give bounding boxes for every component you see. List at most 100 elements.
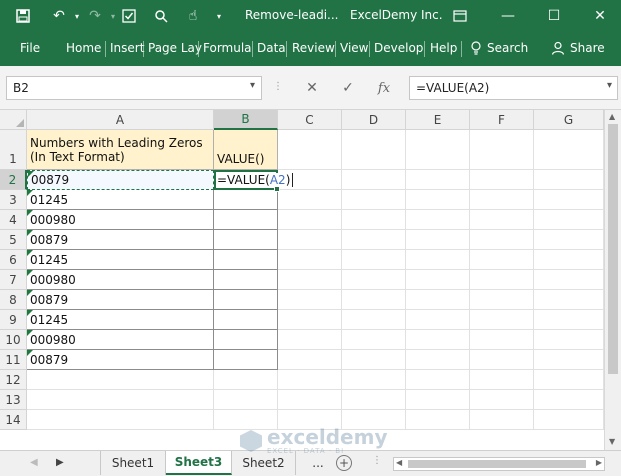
row-header-1[interactable]: 1 <box>0 130 27 170</box>
cell-a14[interactable] <box>27 410 214 430</box>
vertical-scrollbar[interactable]: ▲ ▼ <box>604 110 621 450</box>
checkbox-icon[interactable] <box>120 7 138 25</box>
cell-f12[interactable] <box>470 370 534 390</box>
cell-g9[interactable] <box>534 310 604 330</box>
cell-a11[interactable]: 00879 <box>27 350 214 370</box>
horizontal-scrollbar[interactable]: ◀ ▶ <box>393 457 605 471</box>
row-header-8[interactable]: 8 <box>0 290 27 310</box>
row-header-11[interactable]: 11 <box>0 350 27 370</box>
cell-a1[interactable]: Numbers with Leading Zeros (In Text Forma… <box>27 130 214 170</box>
cell-f14[interactable] <box>470 410 534 430</box>
cell-g6[interactable] <box>534 250 604 270</box>
error-indicator-icon[interactable] <box>27 230 33 236</box>
cell-f2[interactable] <box>470 170 534 190</box>
column-header-f[interactable]: F <box>470 110 534 130</box>
name-box[interactable]: B2 ▾ <box>6 76 262 100</box>
cell-c3[interactable] <box>278 190 342 210</box>
row-header-6[interactable]: 6 <box>0 250 27 270</box>
cell-b6[interactable] <box>214 250 278 270</box>
row-header-9[interactable]: 9 <box>0 310 27 330</box>
chevron-down-icon[interactable]: ▾ <box>250 80 255 91</box>
cell-g5[interactable] <box>534 230 604 250</box>
add-sheet-button[interactable]: + <box>336 455 352 471</box>
cell-c5[interactable] <box>278 230 342 250</box>
column-header-e[interactable]: E <box>406 110 470 130</box>
cell-f9[interactable] <box>470 310 534 330</box>
cell-g11[interactable] <box>534 350 604 370</box>
cell-f5[interactable] <box>470 230 534 250</box>
cell-b2[interactable]: =VALUE(A2) <box>214 170 294 192</box>
cell-e2[interactable] <box>406 170 470 190</box>
fill-handle[interactable] <box>274 186 280 192</box>
cell-b12[interactable] <box>214 370 278 390</box>
cell-g7[interactable] <box>534 270 604 290</box>
cell-g10[interactable] <box>534 330 604 350</box>
row-header-14[interactable]: 14 <box>0 410 27 430</box>
cell-a4[interactable]: 000980 <box>27 210 214 230</box>
error-indicator-icon[interactable] <box>27 250 33 256</box>
cell-f13[interactable] <box>470 390 534 410</box>
error-indicator-icon[interactable] <box>27 330 33 336</box>
cell-g13[interactable] <box>534 390 604 410</box>
column-header-b[interactable]: B <box>214 110 278 130</box>
cell-d5[interactable] <box>342 230 406 250</box>
sheet-tab-sheet3[interactable]: Sheet3 <box>166 451 232 475</box>
error-indicator-icon[interactable] <box>27 310 33 316</box>
tab-insert[interactable]: Insert <box>110 41 144 55</box>
expand-formula-bar-icon[interactable]: ▾ <box>607 80 612 91</box>
next-sheet-icon[interactable]: ▶ <box>56 457 64 468</box>
cell-f8[interactable] <box>470 290 534 310</box>
cell-d4[interactable] <box>342 210 406 230</box>
customize-toolbar-icon[interactable]: ▾ <box>210 7 228 25</box>
cell-e1[interactable] <box>406 130 470 170</box>
cell-e7[interactable] <box>406 270 470 290</box>
cell-b9[interactable] <box>214 310 278 330</box>
row-header-13[interactable]: 13 <box>0 390 27 410</box>
resize-handle-icon[interactable]: ⋮ <box>273 81 284 92</box>
touch-mode-icon[interactable]: ☝ <box>184 7 202 25</box>
cell-d3[interactable] <box>342 190 406 210</box>
cell-d12[interactable] <box>342 370 406 390</box>
horizontal-scroll-thumb[interactable] <box>408 460 586 468</box>
scroll-right-icon[interactable]: ▶ <box>596 458 602 467</box>
cell-b1[interactable]: VALUE() <box>214 130 278 170</box>
cell-c13[interactable] <box>278 390 342 410</box>
cell-e10[interactable] <box>406 330 470 350</box>
row-header-2[interactable]: 2 <box>0 170 27 190</box>
cell-d9[interactable] <box>342 310 406 330</box>
cell-c4[interactable] <box>278 210 342 230</box>
cell-a12[interactable] <box>27 370 214 390</box>
cancel-icon[interactable]: ✕ <box>302 78 322 98</box>
tab-formulas[interactable]: Formula <box>203 41 252 55</box>
cell-g4[interactable] <box>534 210 604 230</box>
column-header-a[interactable]: A <box>27 110 214 130</box>
vertical-scroll-thumb[interactable] <box>608 124 618 374</box>
tab-review[interactable]: Review <box>292 41 335 55</box>
undo-icon[interactable]: ↶ <box>50 7 68 25</box>
cell-d1[interactable] <box>342 130 406 170</box>
column-header-d[interactable]: D <box>342 110 406 130</box>
cell-a2[interactable]: 00879 <box>27 170 214 190</box>
cell-f6[interactable] <box>470 250 534 270</box>
scroll-up-icon[interactable]: ▲ <box>609 112 615 121</box>
tab-data[interactable]: Data <box>257 41 286 55</box>
tab-help[interactable]: Help <box>430 41 457 55</box>
cell-a6[interactable]: 01245 <box>27 250 214 270</box>
cell-c8[interactable] <box>278 290 342 310</box>
cell-f1[interactable] <box>470 130 534 170</box>
search-tell-me[interactable]: Search <box>470 41 528 55</box>
tab-developer[interactable]: Develop <box>374 41 423 55</box>
cell-b11[interactable] <box>214 350 278 370</box>
cell-d2[interactable] <box>342 170 406 190</box>
cell-a10[interactable]: 000980 <box>27 330 214 350</box>
tab-home[interactable]: Home <box>66 41 101 55</box>
minimize-button[interactable]: — <box>485 0 531 32</box>
cell-a8[interactable]: 00879 <box>27 290 214 310</box>
error-indicator-icon[interactable] <box>27 290 33 296</box>
cell-b7[interactable] <box>214 270 278 290</box>
zoom-icon[interactable] <box>152 7 170 25</box>
tab-file[interactable]: File <box>20 41 40 55</box>
cell-e9[interactable] <box>406 310 470 330</box>
account-name[interactable]: ExcelDemy Inc. <box>350 8 443 22</box>
row-header-12[interactable]: 12 <box>0 370 27 390</box>
